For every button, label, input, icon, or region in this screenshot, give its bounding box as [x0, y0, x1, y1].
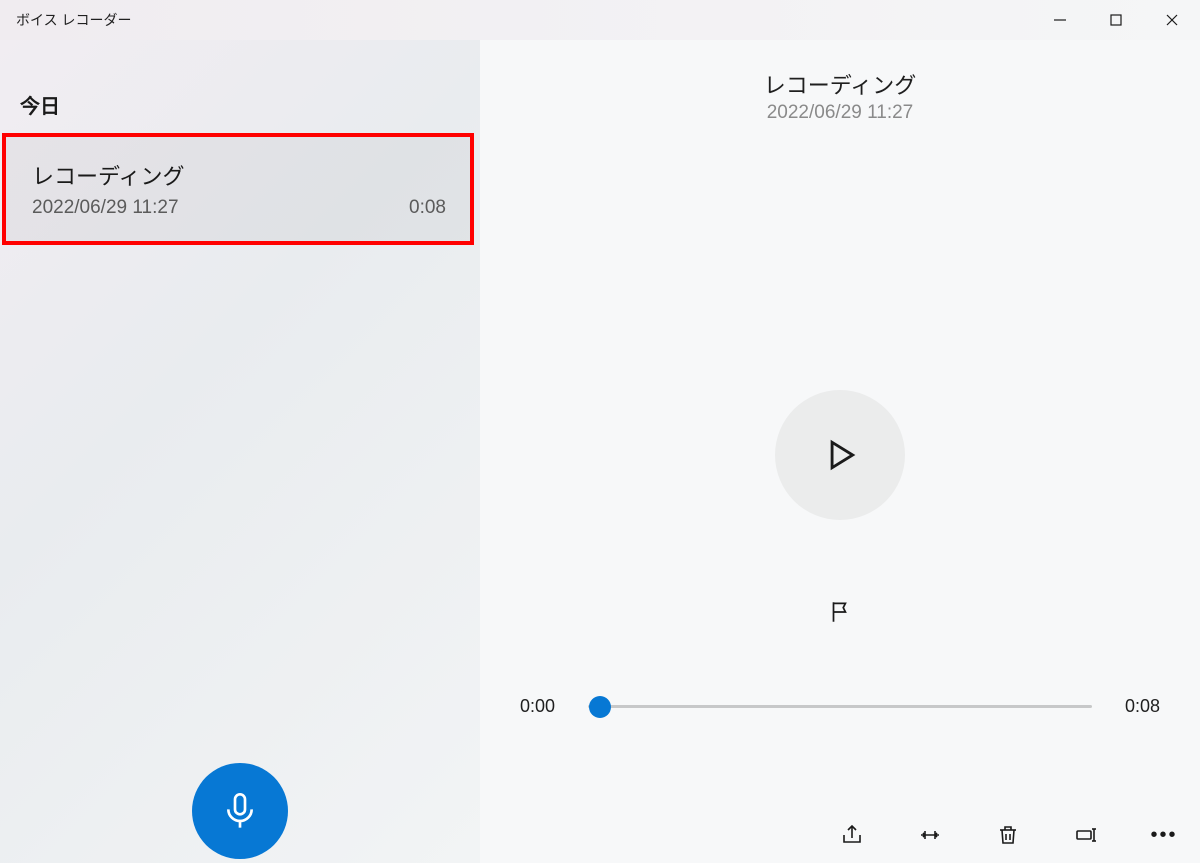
add-marker-button[interactable] — [820, 592, 860, 632]
detail-pane: レコーディング 2022/06/29 11:27 0:00 0:08 — [480, 40, 1200, 863]
close-icon — [1165, 13, 1179, 27]
seek-slider[interactable] — [588, 697, 1092, 717]
sidebar-content: 今日 レコーディング 2022/06/29 11:27 0:08 — [0, 40, 480, 763]
playback-total-time: 0:08 — [1112, 696, 1160, 717]
trash-icon — [996, 823, 1020, 847]
detail-toolbar: ••• — [832, 815, 1184, 855]
recording-item-title: レコーディング — [32, 159, 446, 191]
delete-button[interactable] — [988, 815, 1028, 855]
play-icon — [821, 436, 859, 474]
trim-icon — [918, 823, 942, 847]
rename-button[interactable] — [1066, 815, 1106, 855]
close-button[interactable] — [1144, 0, 1200, 40]
recording-list-item[interactable]: レコーディング 2022/06/29 11:27 0:08 — [6, 137, 470, 241]
recording-item-date: 2022/06/29 11:27 — [32, 197, 179, 219]
detail-date: 2022/06/29 11:27 — [764, 102, 916, 124]
play-button[interactable] — [775, 390, 905, 520]
minimize-button[interactable] — [1032, 0, 1088, 40]
main-area: 今日 レコーディング 2022/06/29 11:27 0:08 — [0, 40, 1200, 863]
record-button[interactable] — [192, 763, 288, 859]
seek-thumb[interactable] — [589, 696, 611, 718]
app-title: ボイス レコーダー — [16, 10, 131, 30]
trim-button[interactable] — [910, 815, 950, 855]
maximize-icon — [1109, 13, 1123, 27]
rename-icon — [1074, 823, 1098, 847]
recordings-sidebar: 今日 レコーディング 2022/06/29 11:27 0:08 — [0, 40, 480, 863]
share-button[interactable] — [832, 815, 872, 855]
highlight-annotation: レコーディング 2022/06/29 11:27 0:08 — [2, 133, 474, 245]
playback-current-time: 0:00 — [520, 696, 568, 717]
record-button-area — [0, 763, 480, 863]
maximize-button[interactable] — [1088, 0, 1144, 40]
recording-item-subrow: 2022/06/29 11:27 0:08 — [32, 197, 446, 219]
share-icon — [840, 823, 864, 847]
detail-title: レコーディング — [764, 68, 916, 100]
minimize-icon — [1053, 13, 1067, 27]
window-controls — [1032, 0, 1200, 40]
playback-timeline: 0:00 0:08 — [520, 696, 1160, 717]
seek-track — [588, 705, 1092, 708]
microphone-icon — [220, 791, 260, 831]
flag-icon — [827, 599, 853, 625]
titlebar: ボイス レコーダー — [0, 0, 1200, 40]
more-button[interactable]: ••• — [1144, 815, 1184, 855]
section-header-today: 今日 — [0, 90, 480, 133]
more-icon: ••• — [1150, 824, 1177, 847]
detail-header: レコーディング 2022/06/29 11:27 — [764, 68, 916, 124]
recording-item-duration: 0:08 — [409, 197, 446, 219]
